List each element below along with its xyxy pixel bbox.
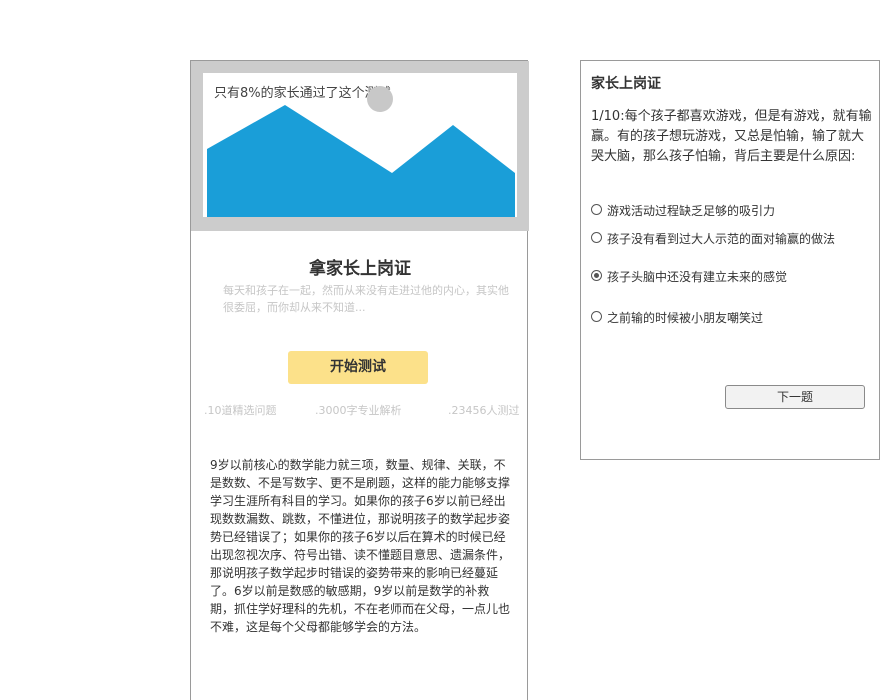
answer-option[interactable]: 孩子没有看到过大人示范的面对输赢的做法 [591, 230, 871, 248]
page-title: 拿家长上岗证 [309, 259, 411, 279]
mountain-shape [207, 105, 515, 217]
quiz-title: 家长上岗证 [591, 76, 661, 92]
hero-banner: 只有8%的家长通过了这个测试 [191, 61, 529, 231]
radio-checked-icon[interactable] [591, 270, 602, 281]
feature-questions: .10道精选问题 [204, 404, 277, 417]
mountain-image-icon [207, 105, 515, 217]
product-description: 每天和孩子在一起，然而从来没有走进过他的内心，其实他很委屈，而你却从来不知道..… [223, 284, 509, 314]
radio-icon[interactable] [591, 232, 602, 243]
option-label: 孩子头脑中还没有建立未来的感觉 [607, 270, 788, 284]
answer-option[interactable]: 之前输的时候被小朋友嘲笑过 [591, 309, 871, 327]
hero-caption: 只有8%的家长通过了这个测试 [214, 86, 391, 101]
radio-icon[interactable] [591, 204, 602, 215]
option-label: 游戏活动过程缺乏足够的吸引力 [607, 204, 776, 218]
option-label: 之前输的时候被小朋友嘲笑过 [607, 311, 764, 325]
hero-image: 只有8%的家长通过了这个测试 [203, 73, 517, 217]
option-label: 孩子没有看到过大人示范的面对输赢的做法 [607, 232, 836, 246]
quiz-question: 1/10:每个孩子都喜欢游戏，但是有游戏，就有输赢。有的孩子想玩游戏，又总是怕输… [591, 109, 872, 164]
intro-paragraph: 9岁以前核心的数学能力就三项，数量、规律、关联，不是数数、不是写数字、更不是刷题… [210, 458, 511, 634]
answer-option-selected[interactable]: 孩子头脑中还没有建立未来的感觉 [591, 268, 871, 286]
start-test-button[interactable]: 开始测试 [288, 351, 428, 384]
answer-option[interactable]: 游戏活动过程缺乏足够的吸引力 [591, 202, 871, 220]
landing-screen: 只有8%的家长通过了这个测试 拿家长上岗证 每天和孩子在一起，然而从来没有走进过… [190, 60, 529, 700]
feature-testers: .23456人测过 [448, 404, 520, 417]
feature-analysis: .3000字专业解析 [315, 404, 402, 417]
radio-icon[interactable] [591, 311, 602, 322]
next-question-button[interactable]: 下一题 [725, 385, 865, 409]
quiz-screen: 家长上岗证 1/10:每个孩子都喜欢游戏，但是有游戏，就有输赢。有的孩子想玩游戏… [580, 60, 880, 460]
